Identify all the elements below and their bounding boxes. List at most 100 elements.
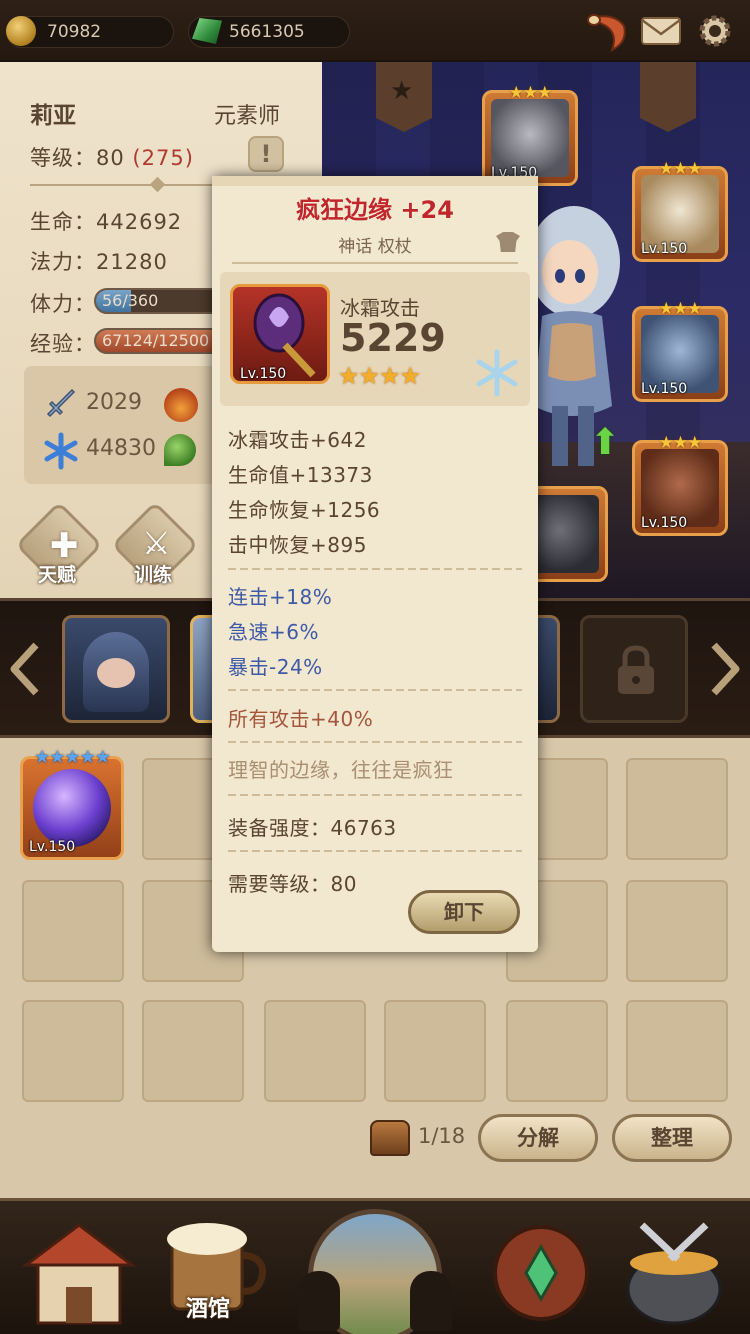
required-level-value: 80 — [330, 872, 357, 896]
lock-icon — [618, 645, 654, 694]
top-bar: 70982 5661305 — [0, 0, 750, 62]
horn-button[interactable] — [584, 8, 630, 54]
inventory-count: 1/18 — [418, 1124, 466, 1148]
equip-slot-book[interactable]: ★★★ Lv.150 — [632, 433, 728, 536]
inventory-slot[interactable] — [384, 1000, 486, 1102]
chevron-left-icon — [10, 642, 39, 696]
required-level-row: 需要等级：80 — [228, 868, 357, 897]
bottom-nav: 酒馆 — [0, 1198, 750, 1334]
hp-value: 442692 — [96, 210, 183, 234]
slot-stars: ★★★ — [508, 83, 553, 103]
stamina-label: 体力： — [30, 292, 96, 316]
hp-label: 生命： — [30, 210, 96, 234]
base-stat: 冰霜攻击+642 — [228, 428, 367, 452]
item-star-rating: ★★★★ — [338, 362, 421, 390]
talent-button[interactable]: ✚ 天赋 — [15, 501, 103, 589]
gear-power-label: 装备强度： — [228, 816, 331, 840]
mail-button[interactable] — [638, 8, 684, 54]
section-divider — [228, 568, 522, 570]
level-extra: (275) — [132, 146, 194, 170]
nav-guild[interactable] — [476, 1211, 606, 1331]
inventory-slot[interactable] — [264, 1000, 366, 1102]
nav-tavern[interactable]: 酒馆 — [150, 1211, 280, 1331]
level-value: 80 — [96, 146, 125, 170]
flavor-text: 理智的边缘，往往是疯狂 — [228, 758, 454, 782]
slot-stars: ★★★ — [658, 433, 703, 453]
snowflake-icon — [44, 432, 78, 470]
mp-row: 法力：21280 — [30, 246, 168, 276]
item-detail-popup: 疯狂边缘 +24 神话 权杖 Lv.150 冰霜攻击 5229 ★★★★ 冰霜攻… — [212, 176, 538, 952]
hero-face — [97, 658, 135, 688]
required-level-label: 需要等级： — [228, 872, 331, 896]
talent-label: 天赋 — [38, 564, 77, 586]
coin-icon — [6, 16, 36, 46]
upgrade-arrow-icon: ⬆ — [590, 422, 621, 463]
hero-portrait-assassin[interactable] — [62, 615, 170, 723]
cauldron-icon — [626, 1222, 722, 1325]
ice-stat: 44830 — [86, 436, 156, 461]
nav-town[interactable] — [14, 1211, 144, 1331]
slot-stars: ★★★ — [658, 299, 703, 319]
training-label: 训练 — [134, 564, 173, 586]
bonus-stat: 急速+6% — [228, 620, 319, 644]
inventory-item-orb[interactable]: ★★★★★ Lv.150 — [20, 747, 124, 860]
locked-hero-slot[interactable] — [580, 615, 688, 723]
star-icon: ★ — [390, 76, 414, 106]
inventory-slot[interactable] — [22, 1000, 124, 1102]
exp-label: 经验： — [30, 332, 96, 356]
gear-power-value: 46763 — [330, 816, 397, 840]
gem-amount: 5661305 — [229, 22, 305, 42]
section-divider — [228, 794, 522, 796]
slot-level: Lv.150 — [641, 241, 688, 257]
equip-slot-helmet[interactable]: ★★★ Lv.150 — [482, 83, 578, 186]
inventory-slot[interactable] — [142, 1000, 244, 1102]
section-divider — [228, 689, 522, 691]
chevron-right-icon — [711, 642, 740, 696]
section-divider — [228, 850, 522, 852]
prev-hero-button[interactable] — [6, 639, 46, 699]
stamina-text: 56/360 — [102, 291, 159, 310]
slot-level: Lv.150 — [641, 381, 688, 397]
snowflake-icon — [476, 349, 518, 397]
info-button[interactable]: ! — [248, 136, 284, 172]
house-icon — [21, 1223, 137, 1325]
crossed-swords-icon: ⚔ — [142, 524, 171, 562]
slot-stars: ★★★ — [658, 159, 703, 179]
inventory-slot[interactable] — [626, 1000, 728, 1102]
main-stat-value: 5229 — [340, 316, 446, 360]
gear-power-row: 装备强度：46763 — [228, 812, 397, 841]
mail-icon — [641, 17, 681, 45]
helmet-emblem-icon — [493, 1225, 589, 1321]
item-stars: ★★★★★ — [34, 747, 111, 768]
level-label: 等级： — [30, 146, 96, 170]
equip-slot-armor[interactable]: ★★★ Lv.150 — [632, 299, 728, 402]
nav-adventure[interactable] — [298, 1201, 452, 1334]
inventory-slot[interactable] — [626, 758, 728, 860]
base-stat: 生命恢复+1256 — [228, 498, 381, 522]
unequip-button[interactable]: 卸下 — [408, 890, 520, 934]
nav-forge[interactable] — [612, 1211, 742, 1331]
decompose-button[interactable]: 分解 — [478, 1114, 598, 1162]
gold-amount: 70982 — [47, 22, 102, 42]
mp-value: 21280 — [96, 250, 168, 274]
inventory-slot[interactable] — [626, 880, 728, 982]
horn-icon — [587, 14, 626, 53]
bonus-stat: 暴击-24% — [228, 655, 323, 679]
base-stat: 生命值+13373 — [228, 463, 373, 487]
training-button[interactable]: ⚔ 训练 — [111, 501, 199, 589]
inventory-slot[interactable] — [506, 1000, 608, 1102]
banner-right — [640, 62, 696, 132]
exclamation-icon: ! — [260, 140, 272, 168]
equip-slot-amulet[interactable]: ★★★ Lv.150 — [632, 159, 728, 262]
sort-button[interactable]: 整理 — [612, 1114, 732, 1162]
special-stat: 所有攻击+40% — [228, 707, 374, 731]
inventory-slot[interactable] — [22, 880, 124, 982]
bonus-stat: 连击+18% — [228, 585, 333, 609]
level-row: 等级：80 (275) — [30, 142, 194, 172]
exp-text: 67124/12500 — [102, 331, 210, 350]
settings-button[interactable] — [692, 8, 738, 54]
next-hero-button[interactable] — [704, 639, 744, 699]
chest-icon — [370, 1120, 410, 1156]
hero-name: 莉亚 — [30, 103, 76, 129]
nav-tavern-label: 酒馆 — [186, 1297, 231, 1322]
